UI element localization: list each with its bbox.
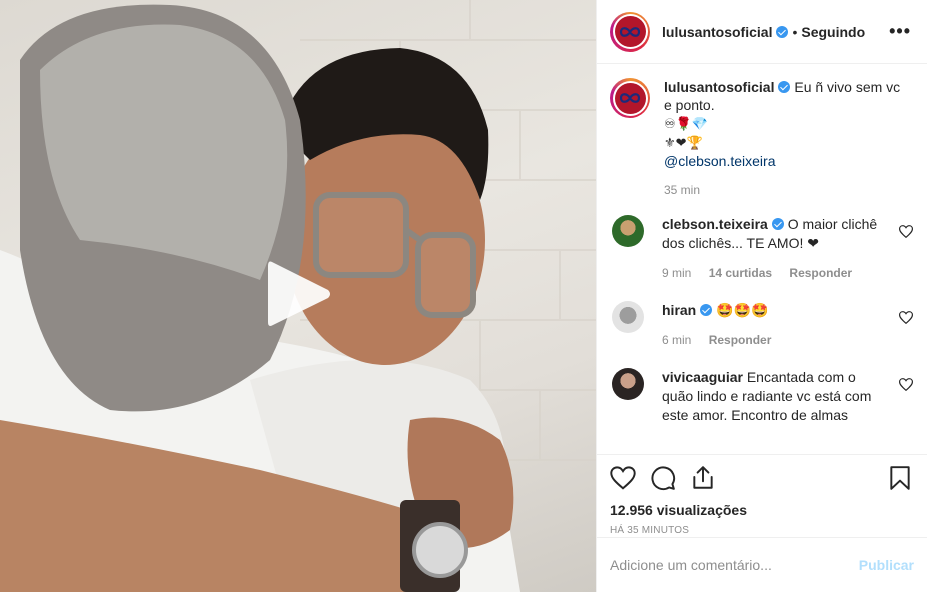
comments-list[interactable]: lulusantosoficial Eu ñ vivo sem vc e pon… xyxy=(597,64,927,454)
comment-time[interactable]: 6 min xyxy=(662,333,691,347)
commenter-avatar[interactable] xyxy=(612,215,644,247)
publish-button[interactable]: Publicar xyxy=(859,557,914,573)
comment-item: hiran 🤩🤩🤩 6 min Responder xyxy=(610,301,913,350)
post-side-panel: lulusantosoficial • Seguindo ••• lulusan… xyxy=(596,0,927,592)
video-player[interactable] xyxy=(0,0,596,592)
reply-button[interactable]: Responder xyxy=(789,266,852,280)
caption-username[interactable]: lulusantosoficial xyxy=(664,79,774,95)
author-avatar[interactable] xyxy=(610,11,650,52)
views-count[interactable]: 12.956 visualizações xyxy=(597,501,927,519)
comment-input[interactable] xyxy=(610,557,859,573)
comment-time[interactable]: 9 min xyxy=(662,266,691,280)
post-caption: lulusantosoficial Eu ñ vivo sem vc e pon… xyxy=(610,78,911,199)
caption-meta: 35 min xyxy=(664,181,904,199)
like-comment-heart-icon[interactable] xyxy=(899,225,913,238)
verified-badge-icon xyxy=(771,218,784,230)
comment-username[interactable]: vivicaaguiar xyxy=(662,369,743,385)
comment-username[interactable]: clebson.teixeira xyxy=(662,216,768,232)
infinity-logo-icon xyxy=(619,93,641,103)
comment-likes-count[interactable]: 14 curtidas xyxy=(709,266,772,280)
comment-text: 🤩🤩🤩 xyxy=(716,302,769,318)
like-comment-heart-icon[interactable] xyxy=(899,378,913,391)
comment-item: vivicaaguiar Encantada com o quão lindo … xyxy=(610,368,913,425)
post-header: lulusantosoficial • Seguindo ••• xyxy=(597,0,927,64)
post-timestamp: HÁ 35 MINUTOS xyxy=(610,525,690,536)
comment-item: clebson.teixeira O maior clichê dos clic… xyxy=(610,215,913,283)
comment-body: vivicaaguiar Encantada com o quão lindo … xyxy=(662,368,890,425)
comment-body: hiran 🤩🤩🤩 6 min Responder xyxy=(662,301,890,350)
play-icon[interactable] xyxy=(264,258,334,330)
author-username[interactable]: lulusantosoficial xyxy=(662,24,772,40)
reply-button[interactable]: Responder xyxy=(709,333,772,347)
caption-mention-link[interactable]: @clebson.teixeira xyxy=(664,152,904,170)
comment-meta: 6 min Responder xyxy=(662,331,890,350)
more-options-icon[interactable]: ••• xyxy=(889,21,911,42)
separator-dot: • xyxy=(792,23,798,40)
comment-username[interactable]: hiran xyxy=(662,302,696,318)
infinity-logo-icon xyxy=(619,26,641,37)
verified-badge-icon xyxy=(776,25,789,38)
comment-body: clebson.teixeira O maior clichê dos clic… xyxy=(662,215,890,283)
following-button[interactable]: Seguindo xyxy=(801,24,865,40)
comment-icon[interactable] xyxy=(650,465,676,491)
post-actions-bar xyxy=(597,454,927,501)
heart-icon[interactable] xyxy=(610,465,636,491)
add-comment-bar: Publicar xyxy=(597,537,927,592)
verified-badge-icon xyxy=(700,304,713,316)
verified-badge-icon xyxy=(778,81,791,93)
bookmark-icon[interactable] xyxy=(887,465,913,491)
post-modal: lulusantosoficial • Seguindo ••• lulusan… xyxy=(0,0,927,592)
comment-meta: 9 min 14 curtidas Responder xyxy=(662,264,890,283)
caption-emoji-line-2: ⚜❤🏆 xyxy=(664,135,703,150)
caption-author-avatar[interactable] xyxy=(610,78,650,118)
share-icon[interactable] xyxy=(690,465,716,491)
caption-text-block: lulusantosoficial Eu ñ vivo sem vc e pon… xyxy=(664,78,904,199)
caption-time[interactable]: 35 min xyxy=(664,183,700,197)
caption-emoji-line-1: ♾🌹💎 xyxy=(664,116,709,131)
commenter-avatar[interactable] xyxy=(612,368,644,400)
like-comment-heart-icon[interactable] xyxy=(899,311,913,324)
commenter-avatar[interactable] xyxy=(612,301,644,333)
